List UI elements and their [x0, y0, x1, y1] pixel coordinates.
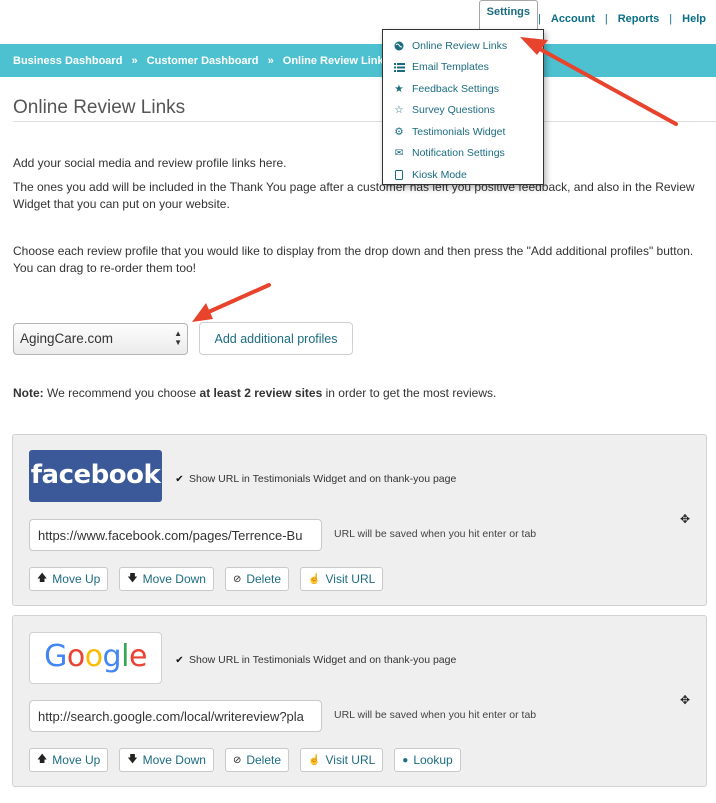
delete-label: Delete	[246, 753, 282, 767]
top-nav: Settings | Account | Reports | Help	[0, 0, 716, 37]
delete-button[interactable]: ⊘ Delete	[224, 567, 290, 591]
ban-icon: ⊘	[232, 573, 242, 585]
google-logo: Google	[29, 632, 162, 684]
move-down-button[interactable]: 🡇 Move Down	[119, 748, 214, 772]
checkmark-icon: ✔	[175, 654, 184, 666]
move-up-button[interactable]: 🡅 Move Up	[29, 748, 109, 772]
checkmark-icon: ✔	[175, 473, 184, 485]
note-label: Note:	[13, 386, 44, 400]
list-icon	[393, 62, 405, 72]
menu-item-online-review-links[interactable]: Online Review Links	[383, 35, 543, 57]
show-url-checkbox[interactable]: ✔ Show URL in Testimonials Widget and on…	[174, 473, 456, 485]
intro-text-1: Add your social media and review profile…	[13, 156, 287, 170]
drag-handle-icon[interactable]: ✥	[680, 512, 690, 526]
breadcrumb-business-dashboard[interactable]: Business Dashboard	[13, 55, 122, 67]
arrow-up-icon: 🡅	[37, 753, 48, 765]
move-up-label: Move Up	[52, 572, 101, 586]
breadcrumb-customer-dashboard[interactable]: Customer Dashboard	[147, 55, 259, 67]
menu-item-label: Testimonials Widget	[412, 125, 506, 138]
arrow-down-icon: 🡇	[127, 753, 138, 765]
globe-icon	[393, 41, 405, 51]
note-text-pre: We recommend you choose	[43, 386, 200, 400]
note-text-bold: at least 2 review sites	[199, 386, 323, 400]
menu-item-label: Feedback Settings	[412, 82, 499, 95]
nav-reports[interactable]: Reports	[608, 13, 670, 37]
visit-url-button[interactable]: ☝ Visit URL	[300, 567, 384, 591]
annotation-arrowhead-select	[192, 303, 213, 322]
review-profile-select[interactable]: AgingCare.com ▲ ▼	[13, 323, 188, 355]
gear-icon: ⚙	[394, 125, 404, 138]
ban-icon: ⊘	[232, 754, 242, 766]
note-text: Note: We recommend you choose at least 2…	[13, 386, 496, 400]
menu-item-label: Email Templates	[412, 61, 489, 74]
move-down-label: Move Down	[142, 572, 206, 586]
move-up-label: Move Up	[52, 753, 101, 767]
add-additional-profiles-button[interactable]: Add additional profiles	[199, 322, 353, 355]
menu-item-feedback-settings[interactable]: ★ Feedback Settings	[383, 78, 543, 100]
drag-handle-icon[interactable]: ✥	[680, 693, 690, 707]
note-text-post: in order to get the most reviews.	[322, 386, 497, 400]
page-title: Online Review Links	[13, 97, 186, 118]
breadcrumb-separator: »	[267, 55, 274, 67]
url-hint: URL will be saved when you hit enter or …	[334, 528, 537, 540]
menu-item-notification-settings[interactable]: ✉ Notification Settings	[383, 143, 543, 165]
menu-item-label: Kiosk Mode	[412, 168, 467, 181]
star-filled-icon: ★	[394, 82, 404, 95]
envelope-icon: ✉	[394, 147, 404, 160]
breadcrumb-online-review-links[interactable]: Online Review Links	[283, 55, 390, 67]
visit-url-label: Visit URL	[325, 572, 376, 586]
show-url-label: Show URL in Testimonials Widget and on t…	[189, 473, 457, 485]
visit-url-label: Visit URL	[325, 753, 376, 767]
annotation-arrow-select	[202, 283, 271, 316]
delete-label: Delete	[246, 572, 282, 586]
menu-item-kiosk-mode[interactable]: Kiosk Mode	[383, 164, 543, 186]
profile-card-google[interactable]: Google ✔ Show URL in Testimonials Widget…	[12, 615, 707, 787]
menu-item-testimonials-widget[interactable]: ⚙ Testimonials Widget	[383, 121, 543, 143]
hand-pointer-icon: ☝	[308, 573, 321, 585]
settings-dropdown-menu: Online Review Links Email Templates ★ Fe…	[382, 29, 544, 185]
menu-item-label: Notification Settings	[412, 147, 505, 160]
arrow-up-icon: 🡅	[37, 572, 48, 584]
facebook-logo: facebook	[29, 450, 162, 502]
profile-card-facebook[interactable]: facebook ✔ Show URL in Testimonials Widg…	[12, 434, 707, 606]
breadcrumb-separator: »	[131, 55, 138, 67]
nav-account[interactable]: Account	[541, 13, 605, 37]
move-down-label: Move Down	[142, 753, 206, 767]
menu-item-email-templates[interactable]: Email Templates	[383, 57, 543, 79]
intro-text-3: Choose each review profile that you woul…	[13, 244, 694, 275]
title-divider	[13, 121, 716, 122]
profile-actions: 🡅 Move Up 🡇 Move Down ⊘ Delete ☝ Visit URL ●…	[29, 748, 461, 772]
menu-item-survey-questions[interactable]: ☆ Survey Questions	[383, 100, 543, 122]
hand-pointer-icon: ☝	[308, 754, 321, 766]
show-url-checkbox[interactable]: ✔ Show URL in Testimonials Widget and on…	[174, 654, 456, 666]
url-hint: URL will be saved when you hit enter or …	[334, 709, 537, 721]
menu-item-label: Survey Questions	[412, 104, 495, 117]
star-outline-icon: ☆	[394, 104, 404, 117]
intro-text-2: The ones you add will be included in the…	[13, 180, 695, 211]
breadcrumb-bar: Business Dashboard » Customer Dashboard …	[0, 44, 716, 77]
move-down-button[interactable]: 🡇 Move Down	[119, 567, 214, 591]
profile-url-input[interactable]: http://search.google.com/local/writerevi…	[29, 700, 322, 732]
globe-icon: ●	[402, 754, 409, 766]
select-arrows-icon: ▲ ▼	[174, 329, 182, 347]
breadcrumb: Business Dashboard » Customer Dashboard …	[13, 55, 396, 67]
nav-help[interactable]: Help	[672, 13, 716, 37]
visit-url-button[interactable]: ☝ Visit URL	[300, 748, 384, 772]
menu-item-label: Online Review Links	[412, 39, 508, 52]
lookup-button[interactable]: ● Lookup	[394, 748, 461, 772]
lookup-label: Lookup	[413, 753, 453, 767]
profile-actions: 🡅 Move Up 🡇 Move Down ⊘ Delete ☝ Visit URL	[29, 567, 384, 591]
review-profile-select-value: AgingCare.com	[20, 331, 114, 346]
delete-button[interactable]: ⊘ Delete	[224, 748, 290, 772]
show-url-label: Show URL in Testimonials Widget and on t…	[189, 654, 457, 666]
move-up-button[interactable]: 🡅 Move Up	[29, 567, 109, 591]
profile-url-input[interactable]: https://www.facebook.com/pages/Terrence-…	[29, 519, 322, 551]
arrow-down-icon: 🡇	[127, 572, 138, 584]
tablet-icon	[393, 169, 405, 180]
